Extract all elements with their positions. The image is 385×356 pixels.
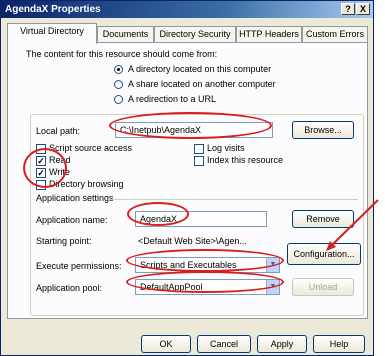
tab-virtual-directory[interactable]: Virtual Directory [7, 23, 97, 44]
annotation-arrow [326, 199, 379, 251]
